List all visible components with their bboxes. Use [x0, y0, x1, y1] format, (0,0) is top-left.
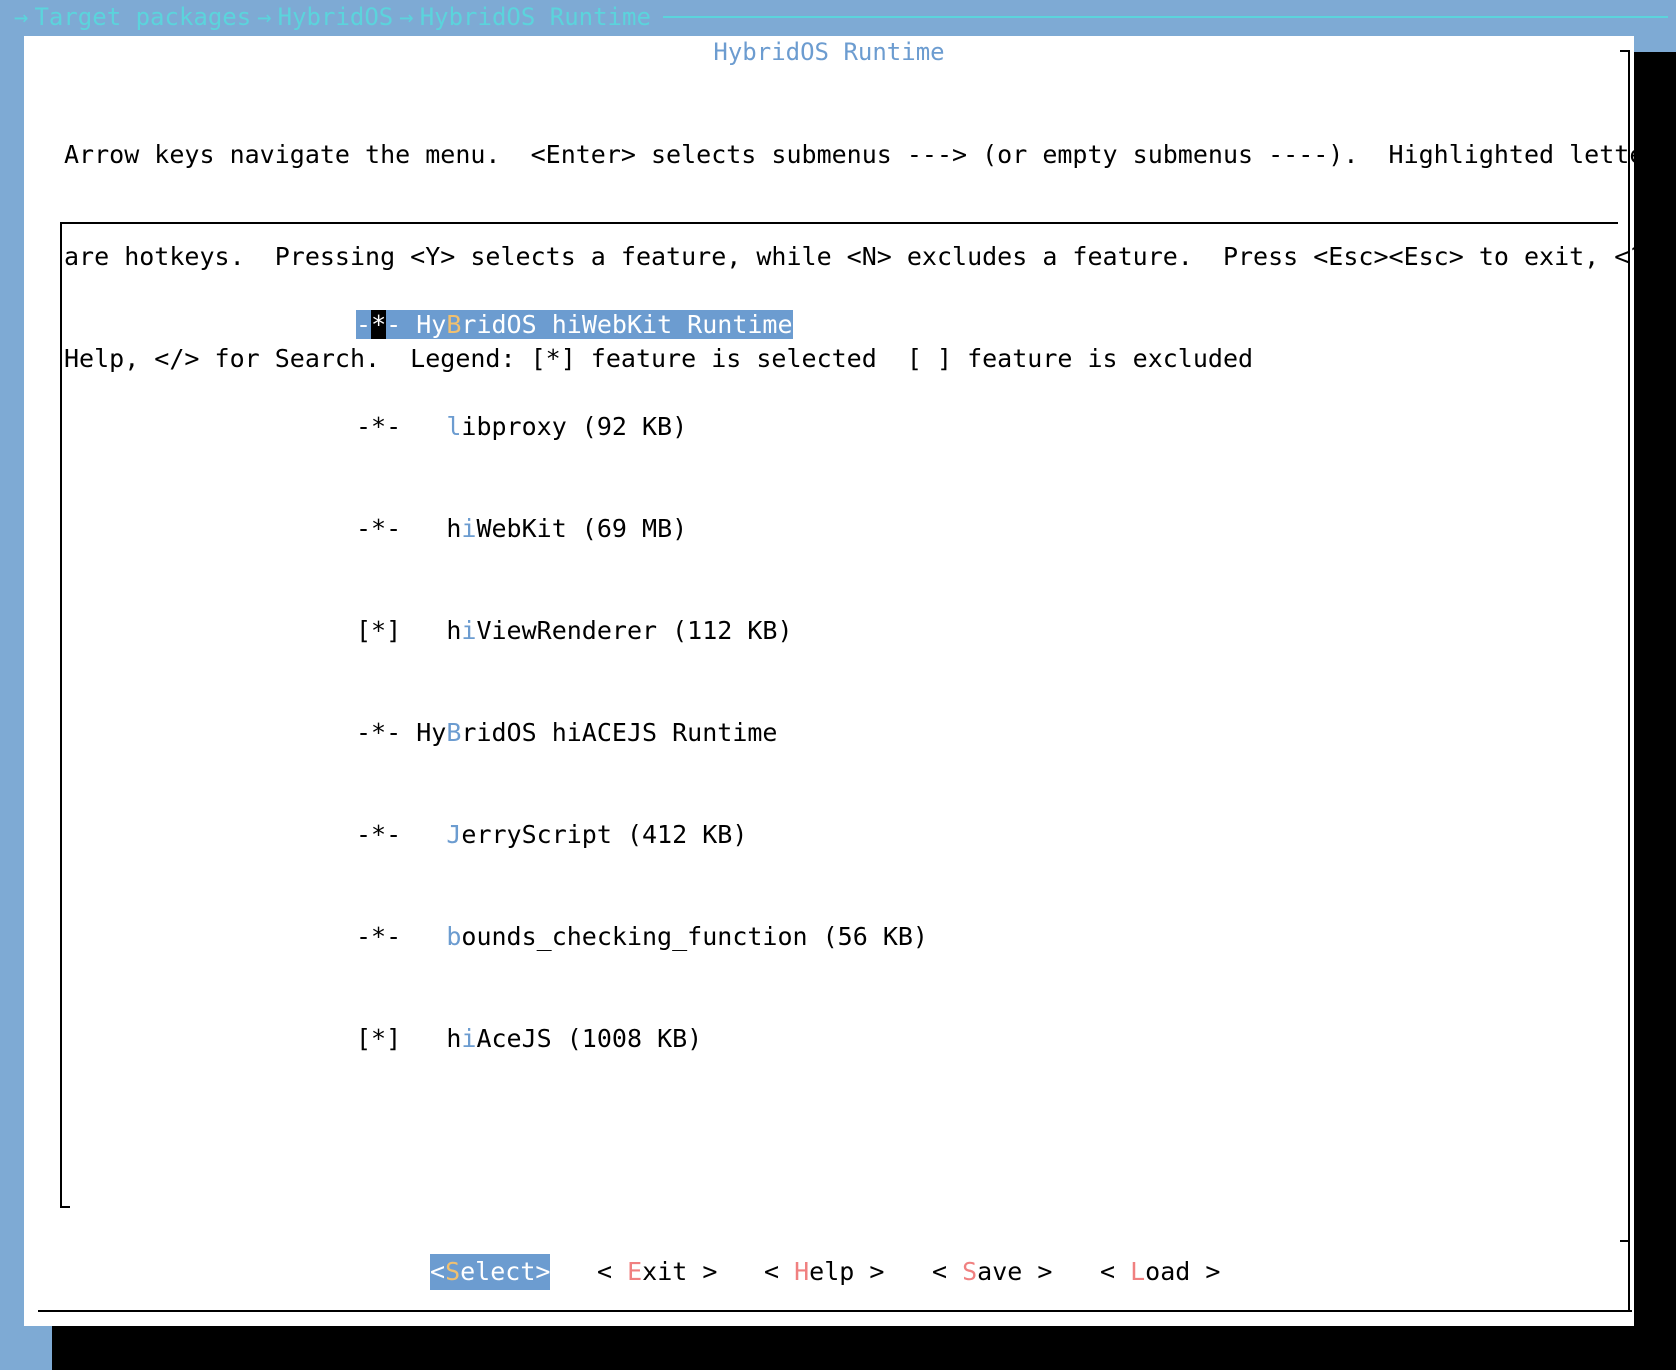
menu-item-label: h — [446, 1024, 462, 1053]
menu-item-hotkey: i — [461, 616, 477, 645]
button-bracket: > — [1190, 1257, 1221, 1286]
menu-item-marker: -*- — [356, 922, 417, 951]
menu-item-label: erryScript (412 KB) — [461, 820, 748, 849]
breadcrumb: → Target packages → HybridOS → HybridOS … — [8, 0, 1668, 34]
menu-border-corner — [60, 1206, 70, 1208]
menu-item-hybridos-hiacejs-runtime[interactable]: -*- HyBridOS hiACEJS Runtime — [356, 716, 928, 750]
breadcrumb-arrow: → — [14, 3, 29, 31]
button-bracket: < — [597, 1257, 628, 1286]
menu-item-label: ridOS hiACEJS Runtime — [461, 718, 778, 747]
menu-item-label: h — [446, 616, 462, 645]
menu-item-marker: [*] — [356, 1024, 417, 1053]
help-button[interactable]: < Help > — [764, 1254, 884, 1290]
breadcrumb-item-target-packages: Target packages — [34, 3, 252, 31]
save-button[interactable]: < Save > — [932, 1254, 1052, 1290]
menu-cursor: * — [371, 310, 387, 339]
button-bar: <Select> < Exit > < Help > < Save > < Lo… — [24, 1254, 1634, 1294]
button-hotkey: L — [1130, 1257, 1146, 1286]
menu-item-indent — [416, 514, 446, 543]
menu-item-label: ounds_checking_function (56 KB) — [461, 922, 928, 951]
menu-box: -*- HyBridOS hiWebKit Runtime -*- libpro… — [60, 222, 1618, 1208]
breadcrumb-arrow: → — [399, 3, 414, 31]
breadcrumb-rule — [662, 16, 1668, 18]
breadcrumb-item-hybridos: HybridOS — [277, 3, 394, 31]
button-hotkey: S — [445, 1257, 461, 1286]
button-label: xit — [642, 1257, 688, 1286]
button-label: elect — [460, 1257, 536, 1286]
menu-item-hotkey: J — [446, 820, 462, 849]
menu-item-hotkey: i — [461, 1024, 477, 1053]
menu-border-top — [60, 222, 1618, 224]
menu-item-hotkey: b — [446, 922, 462, 951]
menu-item-hiviewrenderer[interactable]: [*] hiViewRenderer (112 KB) — [356, 614, 928, 648]
button-bracket: > — [1022, 1257, 1053, 1286]
menu-item-marker: -*- — [356, 514, 417, 543]
menu-item-marker: - — [386, 310, 417, 339]
menu-item-marker: [*] — [356, 616, 417, 645]
menu-list: -*- HyBridOS hiWebKit Runtime -*- libpro… — [356, 240, 928, 1124]
menu-item-jerryscript[interactable]: -*- JerryScript (412 KB) — [356, 818, 928, 852]
help-line: Arrow keys navigate the menu. <Enter> se… — [64, 140, 1675, 169]
button-label: ave — [977, 1257, 1023, 1286]
menu-item-label: h — [446, 514, 462, 543]
menu-item-indent — [416, 412, 446, 441]
button-bracket: < — [430, 1257, 446, 1286]
button-bracket: < — [932, 1257, 963, 1286]
menu-item-label: AceJS (1008 KB) — [476, 1024, 703, 1053]
menu-item-hybridos-hiwebkit-runtime[interactable]: -*- HyBridOS hiWebKit Runtime — [356, 308, 928, 342]
menu-item-hotkey: l — [446, 412, 462, 441]
menu-item-indent — [416, 616, 446, 645]
button-label: elp — [809, 1257, 855, 1286]
breadcrumb-item-hybridos-runtime: HybridOS Runtime — [419, 3, 651, 31]
menu-item-marker: -*- — [356, 718, 417, 747]
menu-item-hiwebkit[interactable]: -*- hiWebKit (69 MB) — [356, 512, 928, 546]
button-bracket: > — [535, 1257, 551, 1286]
menu-item-label: Hy — [416, 310, 447, 339]
dialog-border — [38, 1310, 1632, 1312]
menu-item-hotkey: i — [461, 514, 477, 543]
button-bracket: < — [1100, 1257, 1131, 1286]
menu-item-hotkey: B — [446, 310, 462, 339]
load-button[interactable]: < Load > — [1100, 1254, 1220, 1290]
breadcrumb-arrow: → — [257, 3, 272, 31]
menuconfig-dialog: HybridOS Runtime Arrow keys navigate the… — [24, 36, 1676, 1326]
menu-item-label: Hy — [416, 718, 447, 747]
button-hotkey: E — [627, 1257, 643, 1286]
menu-item-marker: -*- — [356, 412, 417, 441]
menu-border-left — [60, 222, 62, 1208]
button-hotkey: S — [962, 1257, 978, 1286]
menu-item-label: WebKit (69 MB) — [476, 514, 688, 543]
menu-item-marker: -*- — [356, 820, 417, 849]
button-bracket: > — [854, 1257, 885, 1286]
menu-item-hiacejs[interactable]: [*] hiAceJS (1008 KB) — [356, 1022, 928, 1056]
exit-button[interactable]: < Exit > — [597, 1254, 717, 1290]
dialog-title: HybridOS Runtime — [713, 38, 945, 66]
menu-item-libproxy[interactable]: -*- libproxy (92 KB) — [356, 410, 928, 444]
menu-item-label: ViewRenderer (112 KB) — [476, 616, 793, 645]
menu-item-hotkey: B — [446, 718, 462, 747]
select-button[interactable]: <Select> — [430, 1254, 551, 1290]
menu-item-indent — [416, 820, 446, 849]
button-label: oad — [1145, 1257, 1191, 1286]
dialog-border — [1628, 50, 1630, 1312]
button-bracket: > — [687, 1257, 718, 1286]
dialog-border-corner — [1620, 1240, 1630, 1242]
button-hotkey: H — [794, 1257, 810, 1286]
menu-item-indent — [416, 922, 446, 951]
menu-item-label: ibproxy (92 KB) — [461, 412, 688, 441]
menu-item-indent — [416, 1024, 446, 1053]
menu-item-marker: - — [356, 310, 372, 339]
menu-item-bounds-checking-function[interactable]: -*- bounds_checking_function (56 KB) — [356, 920, 928, 954]
menu-item-label: ridOS hiWebKit Runtime — [461, 310, 793, 339]
dialog-border-corner — [1620, 50, 1630, 52]
button-bracket: < — [764, 1257, 795, 1286]
